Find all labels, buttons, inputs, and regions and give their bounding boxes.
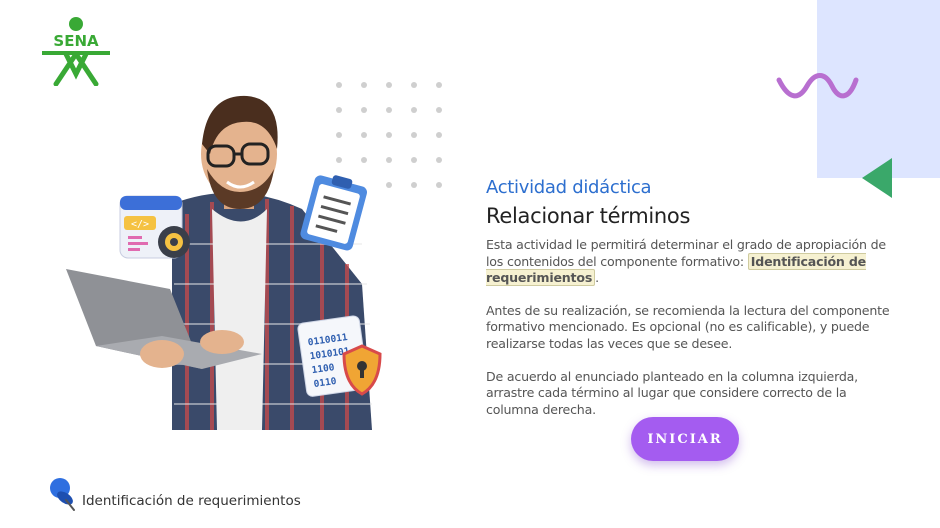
activity-title: Relacionar términos [486, 204, 691, 228]
description-paragraph-1: Esta actividad le permitirá determinar e… [486, 237, 891, 287]
activity-intro: Actividad didáctica Relacionar términos … [486, 176, 891, 418]
sena-logo: SENA [42, 17, 110, 86]
footer-component-label: Identificación de requerimientos [48, 468, 301, 512]
activity-kicker: Actividad didáctica [486, 177, 652, 198]
description-text-end: . [595, 270, 599, 286]
start-button[interactable]: INICIAR [631, 417, 739, 461]
decor-wave [776, 73, 859, 99]
svg-text:</>: </> [131, 219, 149, 230]
description-paragraph-3: De acuerdo al enunciado planteado en la … [486, 368, 858, 417]
hero-illustration: </> 0110011 1010101 1100 0110 [66, 95, 382, 430]
svg-text:SENA: SENA [53, 32, 99, 50]
description-paragraph-2: Antes de su realización, se recomienda l… [486, 302, 890, 351]
pushpin-icon [50, 478, 75, 511]
footer-label: Identificación de requerimientos [82, 493, 301, 509]
